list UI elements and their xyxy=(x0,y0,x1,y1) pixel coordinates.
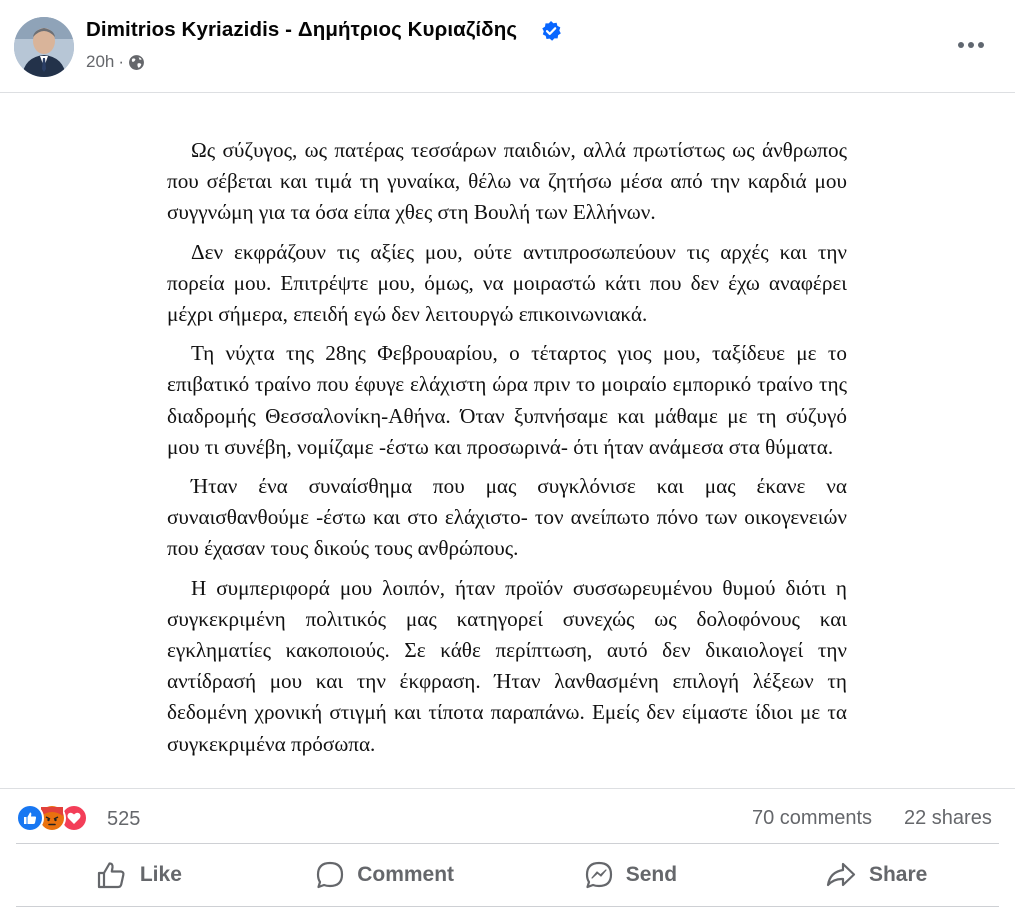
bottom-divider xyxy=(16,906,999,907)
reactions-summary: 525 70 comments 22 shares xyxy=(0,790,1015,842)
post-timestamp[interactable]: 20h xyxy=(86,52,114,72)
post-action-bar: Like Comment Send Share xyxy=(16,846,999,904)
comments-count[interactable]: 70 comments xyxy=(752,807,872,830)
thumbs-up-glyph xyxy=(24,812,37,824)
like-reaction-icon xyxy=(16,804,44,832)
more-dot xyxy=(958,42,964,48)
comment-icon xyxy=(317,861,344,889)
meta-separator: · xyxy=(118,52,125,71)
verified-badge-icon xyxy=(542,21,561,41)
like-button[interactable]: Like xyxy=(16,846,262,904)
document-paragraph: Δεν εκφράζουν τις αξίες μου, ούτε αντιπρ… xyxy=(167,239,847,327)
document-paragraph: Η συμπεριφορά μου λοιπόν, ήταν προϊόν συ… xyxy=(167,575,847,756)
share-icon xyxy=(826,862,856,887)
reaction-icons[interactable] xyxy=(16,804,106,832)
more-dot xyxy=(968,42,974,48)
author-avatar[interactable] xyxy=(14,17,74,77)
facebook-post: Dimitrios Kyriazidis - Δημήτριος Κυριαζί… xyxy=(0,0,1015,909)
more-options-button[interactable] xyxy=(948,30,994,60)
statement-document: Ως σύζυγος, ως πατέρας τεσσάρων παιδιών,… xyxy=(167,135,847,766)
heart-glyph xyxy=(67,812,81,824)
send-button[interactable]: Send xyxy=(508,846,754,904)
send-label: Send xyxy=(625,863,678,886)
action-bar-divider xyxy=(16,843,999,844)
post-meta: 20h · xyxy=(86,52,145,72)
reaction-count[interactable]: 525 xyxy=(107,808,140,831)
like-label: Like xyxy=(139,863,182,886)
document-paragraph: Ως σύζυγος, ως πατέρας τεσσάρων παιδιών,… xyxy=(167,138,847,225)
comment-label: Comment xyxy=(357,863,455,886)
avatar-photo xyxy=(14,17,74,77)
author-name[interactable]: Dimitrios Kyriazidis - Δημήτριος Κυριαζί… xyxy=(86,18,517,42)
shares-count[interactable]: 22 shares xyxy=(904,807,992,830)
messenger-icon xyxy=(585,861,612,889)
document-paragraph: Ήταν ένα συναίσθημα που μας συγκλόνισε κ… xyxy=(167,474,847,561)
comment-button[interactable]: Comment xyxy=(262,846,508,904)
post-header: Dimitrios Kyriazidis - Δημήτριος Κυριαζί… xyxy=(0,0,1015,92)
more-dot xyxy=(978,42,984,48)
share-button[interactable]: Share xyxy=(753,846,999,904)
post-image[interactable]: Ως σύζυγος, ως πατέρας τεσσάρων παιδιών,… xyxy=(0,92,1015,789)
document-paragraph: Τη νύχτα της 28ης Φεβρουαρίου, ο τέταρτο… xyxy=(167,341,847,459)
like-icon xyxy=(97,862,125,889)
globe-icon[interactable] xyxy=(128,54,145,71)
share-label: Share xyxy=(868,863,928,886)
